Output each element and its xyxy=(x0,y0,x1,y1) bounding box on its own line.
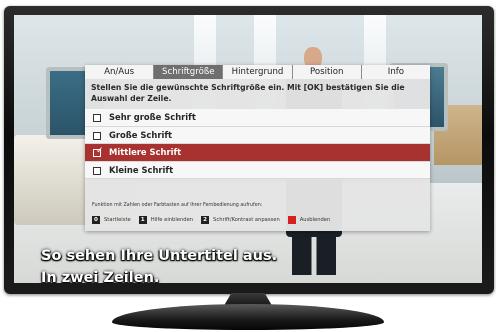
remote-hint: Funktion mit Zahlen oder Farbtasten auf … xyxy=(92,203,263,208)
option-medium-font[interactable]: ✓ Mittlere Schrift xyxy=(85,144,430,162)
key-schrift-kontrast[interactable]: 2 Schrift/Kontrast anpassen xyxy=(201,216,280,224)
checkmark-icon: ✓ xyxy=(96,146,104,156)
tab-an-aus[interactable]: An/Aus xyxy=(85,65,155,79)
red-key-icon xyxy=(287,216,296,224)
option-label: Sehr große Schrift xyxy=(109,112,196,122)
font-size-options: Sehr große Schrift Große Schrift ✓ Mittl… xyxy=(85,109,430,179)
number-key-icon: 1 xyxy=(138,216,147,224)
menu-tab-bar: An/Aus Schriftgröße Hintergrund Position… xyxy=(85,65,431,79)
checkbox-icon xyxy=(93,114,101,122)
option-label: Mittlere Schrift xyxy=(109,147,182,157)
key-label: Schrift/Kontrast anpassen xyxy=(213,217,280,223)
number-key-icon: 0 xyxy=(92,216,100,224)
option-label: Große Schrift xyxy=(109,129,172,140)
checkbox-checked-icon: ✓ xyxy=(93,146,104,157)
key-label: Startleiste xyxy=(104,217,131,223)
key-hilfe[interactable]: 1 Hilfe einblenden xyxy=(138,216,194,224)
remote-key-legend: 0 Startleiste 1 Hilfe einblenden 2 Schri… xyxy=(92,216,338,224)
option-large-font[interactable]: Große Schrift xyxy=(85,126,430,144)
tab-schriftgroesse[interactable]: Schriftgröße xyxy=(154,65,224,79)
option-small-font[interactable]: Kleine Schrift xyxy=(85,161,430,179)
subtitle-line-2: In zwei Zeilen. xyxy=(41,270,160,283)
key-label: Ausblenden xyxy=(299,217,331,223)
tab-info[interactable]: Info xyxy=(361,65,431,79)
option-very-large-font[interactable]: Sehr große Schrift xyxy=(85,109,430,127)
checkbox-icon xyxy=(93,131,101,140)
menu-instruction: Stellen Sie die gewünschte Schriftgröße … xyxy=(91,83,405,103)
checkbox-icon xyxy=(93,166,101,175)
number-key-icon: 2 xyxy=(201,216,210,224)
key-ausblenden[interactable]: Ausblenden xyxy=(287,216,331,224)
subtitle-settings-menu: An/Aus Schriftgröße Hintergrund Position… xyxy=(85,65,431,231)
presenter-legs xyxy=(292,225,336,275)
key-label: Hilfe einblenden xyxy=(150,217,194,223)
subtitle-line-1: So sehen Ihre Untertitel aus. xyxy=(41,248,278,264)
key-startleiste[interactable]: 0 Startleiste xyxy=(92,216,131,224)
tab-hintergrund[interactable]: Hintergrund xyxy=(223,65,293,79)
option-label: Kleine Schrift xyxy=(109,164,174,175)
tab-position[interactable]: Position xyxy=(292,65,362,79)
tv-stand-base xyxy=(112,304,384,330)
